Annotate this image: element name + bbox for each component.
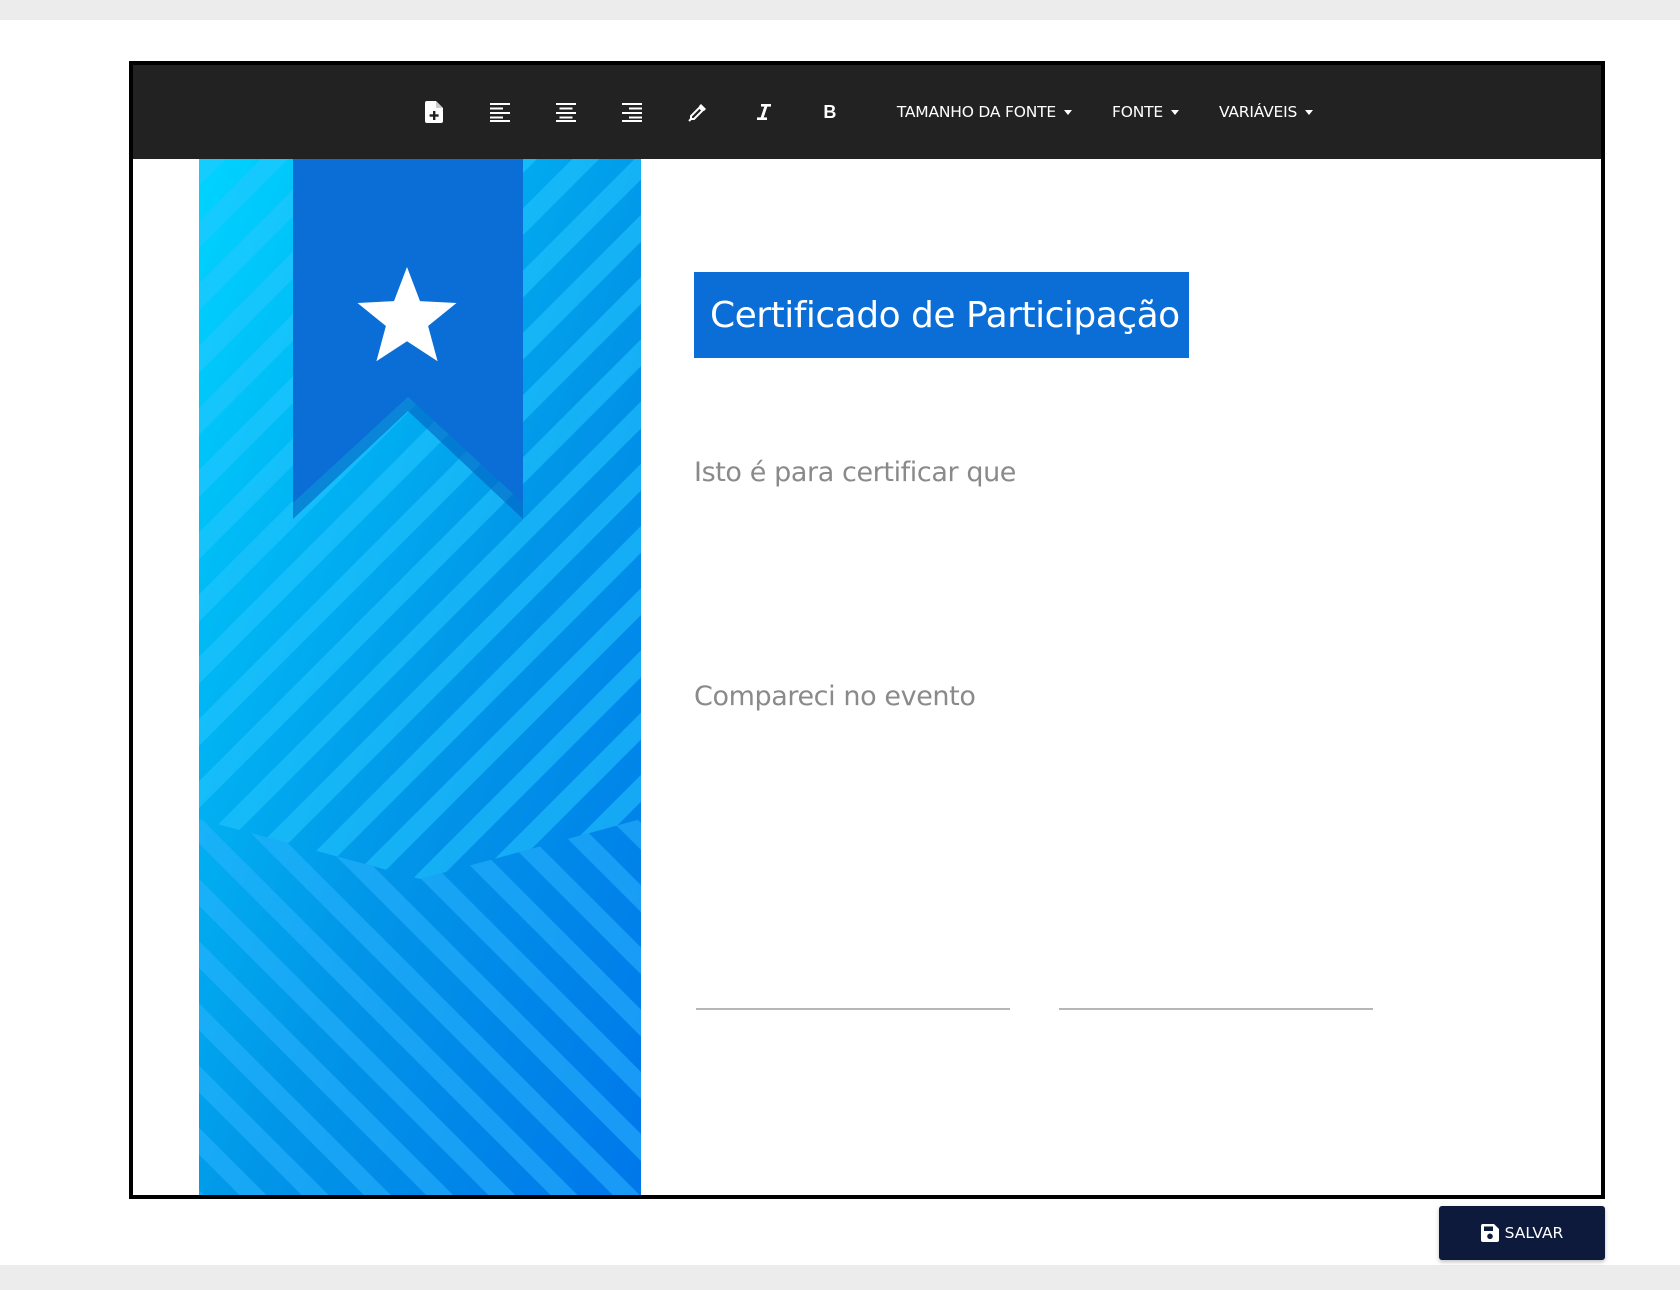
- certificate-text-line-1[interactable]: Isto é para certificar que: [694, 457, 1016, 488]
- certificate-title-box[interactable]: Certificado de Participação: [694, 272, 1189, 358]
- italic-icon: [756, 104, 771, 120]
- align-right-icon: [621, 103, 642, 122]
- save-button-label: SALVAR: [1504, 1224, 1564, 1242]
- signature-line-left: [696, 1008, 1010, 1010]
- editor-toolbar: B TAMANHO DA FONTE FONTE VARIÁVEIS: [133, 65, 1601, 159]
- new-page-button[interactable]: [411, 89, 457, 135]
- decorative-side-band: [199, 159, 641, 1195]
- signature-line-right: [1059, 1008, 1373, 1010]
- certificate-text-line-2[interactable]: Compareci no evento: [694, 681, 976, 712]
- file-plus-icon: [424, 101, 443, 123]
- italic-button[interactable]: [741, 89, 787, 135]
- align-left-icon: [489, 103, 510, 122]
- bold-button[interactable]: B: [807, 89, 853, 135]
- eyedropper-icon: [688, 104, 706, 122]
- color-picker-button[interactable]: [675, 89, 721, 135]
- variables-dropdown-label: VARIÁVEIS: [1218, 103, 1298, 121]
- save-button[interactable]: SALVAR: [1439, 1206, 1605, 1260]
- font-size-dropdown-label: TAMANHO DA FONTE: [896, 103, 1056, 121]
- align-right-button[interactable]: [609, 89, 655, 135]
- caret-down-icon: [1305, 109, 1314, 115]
- certificate-canvas[interactable]: Certificado de Participação Isto é para …: [133, 159, 1601, 1195]
- font-dropdown[interactable]: FONTE: [1112, 103, 1179, 121]
- certificate-title: Certificado de Participação: [710, 294, 1180, 336]
- align-center-button[interactable]: [543, 89, 589, 135]
- align-center-icon: [555, 103, 576, 122]
- font-size-dropdown[interactable]: TAMANHO DA FONTE: [897, 103, 1072, 121]
- caret-down-icon: [1064, 109, 1072, 115]
- variables-dropdown[interactable]: VARIÁVEIS: [1218, 103, 1314, 121]
- floppy-disk-icon: [1480, 1224, 1499, 1242]
- page-background: B TAMANHO DA FONTE FONTE VARIÁVEIS Certi…: [0, 20, 1680, 1265]
- bold-icon: B: [823, 101, 837, 122]
- caret-down-icon: [1170, 109, 1179, 115]
- align-left-button[interactable]: [477, 89, 523, 135]
- font-dropdown-label: FONTE: [1112, 103, 1163, 121]
- certificate-editor: B TAMANHO DA FONTE FONTE VARIÁVEIS Certi…: [129, 61, 1605, 1199]
- striped-background-graphic: [199, 159, 641, 1195]
